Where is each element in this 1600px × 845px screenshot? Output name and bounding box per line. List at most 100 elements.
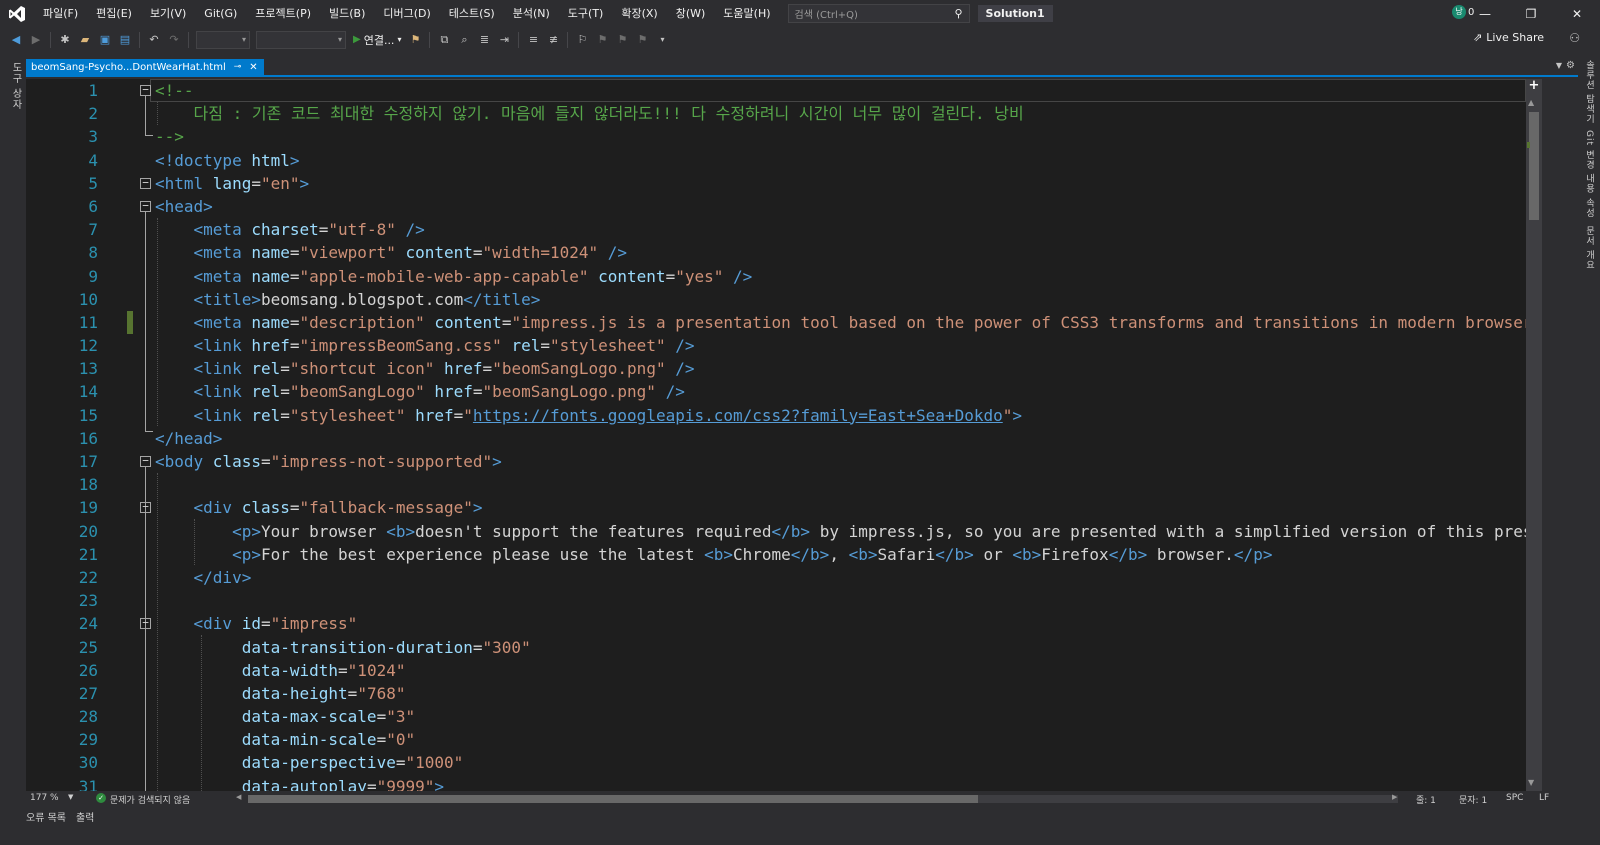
git-changes-tab[interactable]: Git 변경 내용 — [1583, 130, 1596, 194]
indent-mode[interactable]: SPC — [1506, 793, 1523, 803]
collapse-icon[interactable]: − — [140, 177, 151, 189]
code-line[interactable]: 21 <p>For the best experience please use… — [26, 543, 1526, 566]
toolbox-tab[interactable]: 도구 상자 — [8, 62, 23, 110]
chevron-down-icon[interactable]: ▼ — [68, 793, 73, 801]
code-line[interactable]: 30 data-perspective="1000" — [26, 751, 1526, 774]
indent-icon[interactable]: ⇥ — [496, 32, 512, 48]
code-line[interactable]: 3 --> — [26, 125, 1526, 148]
code-line[interactable]: 2 다짐 : 기존 코드 최대한 수정하지 않기. 마음에 들지 않더라도!!!… — [26, 102, 1526, 125]
search-input[interactable]: 검색 (Ctrl+Q) ⚲ — [787, 4, 970, 23]
menu-item[interactable]: 분석(N) — [504, 4, 559, 24]
tab-error-list[interactable]: 오류 목록 — [26, 809, 66, 824]
collapse-icon[interactable]: − — [140, 501, 151, 514]
menu-item[interactable]: Git(G) — [195, 4, 246, 24]
code-line[interactable]: 16 </head> — [26, 427, 1526, 450]
format-icon[interactable]: ≣ — [476, 32, 492, 48]
hot-reload-icon[interactable]: ⚑ — [407, 32, 423, 48]
scroll-down-icon[interactable]: ▼ — [1528, 778, 1534, 787]
open-file-icon[interactable]: ▰ — [77, 32, 93, 48]
code-line[interactable]: 14 <link rel="beomSangLogo" href="beomSa… — [26, 380, 1526, 403]
new-project-icon[interactable]: ✱ — [57, 32, 73, 48]
code-line[interactable]: 7 <meta charset="utf-8" /> — [26, 218, 1526, 241]
code-line[interactable]: 1 − <!-- — [26, 79, 1526, 102]
code-line[interactable]: 10 <title>beomsang.blogspot.com</title> — [26, 288, 1526, 311]
document-tab[interactable]: beomSang-Psycho...DontWearHat.html ⊸ ✕ — [26, 59, 264, 75]
redo-icon[interactable]: ↷ — [166, 32, 182, 48]
collapse-icon[interactable]: − — [140, 617, 151, 630]
code-line[interactable]: 31 data-autoplay="9999"> — [26, 775, 1526, 791]
toolbar-options-icon[interactable]: ▾ — [654, 32, 670, 48]
code-line[interactable]: 18 — [26, 473, 1526, 496]
code-line[interactable]: 11 <meta name="description" content="imp… — [26, 310, 1526, 334]
browse-icon[interactable]: ⧉ — [436, 32, 452, 48]
vertical-scroll-thumb[interactable] — [1529, 112, 1539, 220]
close-tab-icon[interactable]: ✕ — [249, 62, 257, 73]
menu-item[interactable]: 도움말(H) — [714, 4, 779, 24]
code-line[interactable]: 26 data-width="1024" — [26, 659, 1526, 682]
scroll-left-icon[interactable]: ◀ — [236, 793, 241, 801]
menu-item[interactable]: 확장(X) — [612, 4, 666, 24]
document-outline-tab[interactable]: 문서 개요 — [1583, 226, 1596, 270]
live-share-button[interactable]: ⇗ Live Share — [1473, 31, 1544, 44]
restore-icon[interactable]: ❐ — [1508, 0, 1554, 27]
code-line[interactable]: 19 − <div class="fallback-message"> — [26, 496, 1526, 519]
search-icon[interactable]: ⚲ — [954, 7, 962, 20]
menu-item[interactable]: 편집(E) — [87, 4, 141, 24]
clear-bookmarks-icon[interactable]: ⚑ — [634, 32, 650, 48]
properties-tab[interactable]: 속성 — [1583, 198, 1596, 218]
code-line[interactable]: 27 data-height="768" — [26, 682, 1526, 705]
code-editor[interactable]: 1− <!-- 2 다짐 : 기존 코드 최대한 수정하지 않기. 마음에 들지 않… — [26, 79, 1526, 791]
code-line[interactable]: 25 data-transition-duration="300" — [26, 636, 1526, 659]
run-button[interactable]: ▶ 연결... ▾ — [349, 32, 405, 48]
feedback-icon[interactable]: ⚇ — [1569, 31, 1580, 45]
code-line[interactable]: 6 − <head> — [26, 195, 1526, 218]
forward-icon[interactable]: ▶ — [28, 32, 44, 48]
menu-item[interactable]: 파일(F) — [34, 4, 87, 24]
collapse-icon[interactable]: − — [140, 455, 151, 467]
collapse-icon[interactable]: − — [140, 200, 151, 212]
uncomment-icon[interactable]: ≢ — [545, 32, 561, 48]
tab-output[interactable]: 출력 — [76, 809, 94, 824]
code-line[interactable]: 17 − <body class="impress-not-supported"> — [26, 450, 1526, 473]
code-line[interactable]: 23 — [26, 589, 1526, 612]
code-line[interactable]: 15 <link rel="stylesheet" href="https://… — [26, 404, 1526, 427]
scroll-right-icon[interactable]: ▶ — [1392, 793, 1397, 801]
configuration-dropdown[interactable]: ▾ — [196, 30, 250, 49]
prev-bookmark-icon[interactable]: ⚑ — [594, 32, 610, 48]
code-line[interactable]: 12 <link href="impressBeomSang.css" rel=… — [26, 334, 1526, 357]
code-line[interactable]: 4 <!doctype html> — [26, 149, 1526, 172]
menu-item[interactable]: 테스트(S) — [440, 4, 504, 24]
menu-item[interactable]: 프로젝트(P) — [246, 4, 320, 24]
pin-icon[interactable]: ⊸ — [234, 62, 242, 72]
menu-item[interactable]: 창(W) — [667, 4, 715, 24]
save-icon[interactable]: ▣ — [97, 32, 113, 48]
menu-item[interactable]: 보기(V) — [141, 4, 195, 24]
horizontal-scroll-thumb[interactable] — [248, 795, 978, 803]
split-window-icon[interactable]: + — [1528, 79, 1540, 92]
code-line[interactable]: 20 <p>Your browser <b>doesn't support th… — [26, 520, 1526, 543]
code-line[interactable]: 24 − <div id="impress" — [26, 612, 1526, 635]
minimize-icon[interactable]: — — [1462, 0, 1508, 27]
undo-icon[interactable]: ↶ — [146, 32, 162, 48]
zoom-level[interactable]: 177 % — [30, 793, 59, 803]
line-ending[interactable]: LF — [1539, 793, 1549, 803]
code-line[interactable]: 13 <link rel="shortcut icon" href="beomS… — [26, 357, 1526, 380]
bookmark-icon[interactable]: ⚐ — [574, 32, 590, 48]
next-bookmark-icon[interactable]: ⚑ — [614, 32, 630, 48]
horizontal-scrollbar[interactable] — [248, 795, 1398, 803]
menu-item[interactable]: 도구(T) — [559, 4, 613, 24]
code-line[interactable]: 29 data-min-scale="0" — [26, 728, 1526, 751]
code-line[interactable]: 28 data-max-scale="3" — [26, 705, 1526, 728]
menu-item[interactable]: 디버그(D) — [374, 4, 439, 24]
close-icon[interactable]: ✕ — [1554, 0, 1600, 27]
visual-studio-logo-icon[interactable] — [0, 0, 34, 27]
code-line[interactable]: 8 <meta name="viewport" content="width=1… — [26, 241, 1526, 264]
back-icon[interactable]: ◀ — [8, 32, 24, 48]
code-line[interactable]: 22 </div> — [26, 566, 1526, 589]
tab-list-icon[interactable]: ▼ — [1556, 61, 1562, 70]
platform-dropdown[interactable]: ▾ — [256, 30, 346, 49]
save-all-icon[interactable]: ▤ — [117, 32, 133, 48]
menu-item[interactable]: 빌드(B) — [320, 4, 374, 24]
scroll-up-icon[interactable]: ▲ — [1528, 98, 1534, 107]
solution-explorer-tab[interactable]: 솔루션 탐색기 — [1583, 60, 1596, 124]
